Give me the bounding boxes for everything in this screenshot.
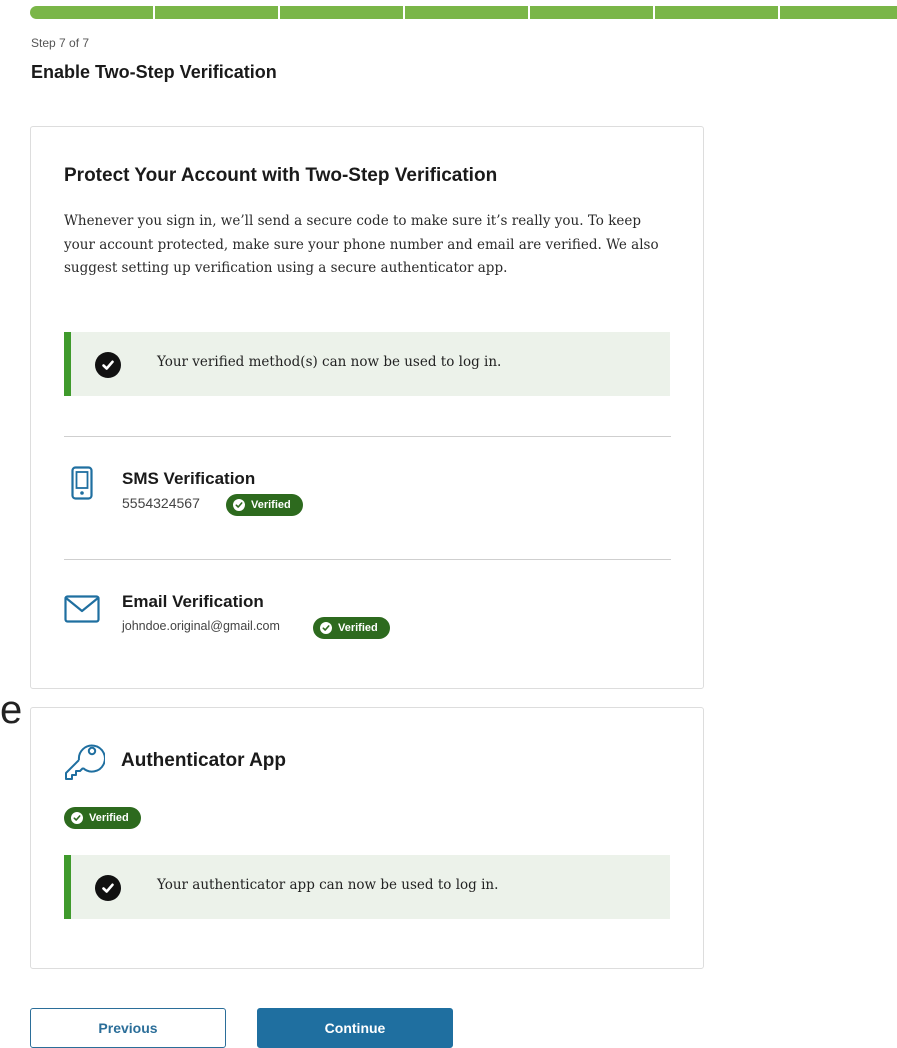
badge-label: Verified <box>89 812 129 824</box>
email-verification-title: Email Verification <box>122 592 264 611</box>
key-icon <box>63 738 106 787</box>
progress-segment-3 <box>280 6 403 19</box>
alert-message: Your verified method(s) can now be used … <box>157 354 502 370</box>
phone-icon <box>71 466 93 505</box>
authenticator-alert: Your authenticator app can now be used t… <box>64 855 670 919</box>
step-indicator: Step 7 of 7 <box>31 36 90 50</box>
page-title: Enable Two-Step Verification <box>31 62 277 82</box>
authenticator-heading: Authenticator App <box>121 750 287 771</box>
stray-text: e <box>0 688 23 732</box>
progress-segment-5 <box>530 6 653 19</box>
progress-segment-4 <box>405 6 528 19</box>
progress-bar <box>30 6 897 19</box>
progress-segment-6 <box>655 6 778 19</box>
protect-account-card: Protect Your Account with Two-Step Verif… <box>30 126 704 689</box>
check-circle-icon <box>95 875 121 901</box>
check-circle-icon <box>95 352 121 378</box>
card-description: Whenever you sign in, we’ll send a secur… <box>64 213 659 276</box>
progress-segment-7 <box>780 6 897 19</box>
sms-verification-title: SMS Verification <box>122 469 256 488</box>
email-verified-badge: Verified <box>313 617 390 639</box>
check-icon <box>233 499 245 511</box>
previous-button[interactable]: Previous <box>30 1008 226 1048</box>
check-icon <box>320 622 332 634</box>
sms-phone-number: 5554324567 <box>122 495 200 511</box>
check-icon <box>71 812 83 824</box>
card-heading: Protect Your Account with Two-Step Verif… <box>64 165 498 186</box>
divider <box>64 436 671 437</box>
badge-label: Verified <box>251 499 291 511</box>
progress-segment-1 <box>30 6 153 19</box>
email-address: johndoe.original@gmail.com <box>122 619 280 633</box>
progress-segment-2 <box>155 6 278 19</box>
badge-label: Verified <box>338 622 378 634</box>
continue-button[interactable]: Continue <box>257 1008 453 1048</box>
envelope-icon <box>64 595 100 628</box>
alert-message: Your authenticator app can now be used t… <box>157 877 499 893</box>
sms-verified-badge: Verified <box>226 494 303 516</box>
divider <box>64 559 671 560</box>
authenticator-app-card: Authenticator App Verified Your authenti… <box>30 707 704 969</box>
authenticator-verified-badge: Verified <box>64 807 141 829</box>
verified-methods-alert: Your verified method(s) can now be used … <box>64 332 670 396</box>
